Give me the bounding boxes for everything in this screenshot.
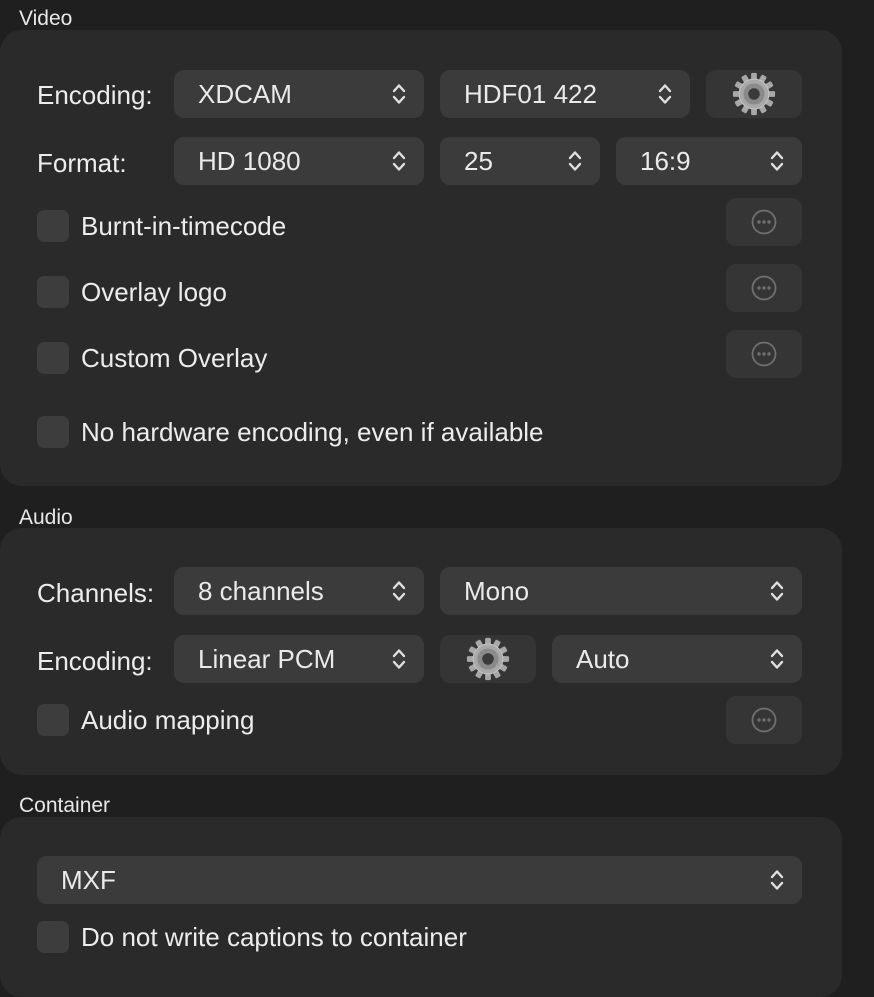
audio-mapping-options-button[interactable] [726,696,802,744]
audio-encoding-label: Encoding: [37,646,153,676]
audio-bitrate-value: Auto [576,644,630,674]
chevron-up-down-icon [770,579,784,603]
burnt-in-timecode-label: Burnt-in-timecode [81,211,287,241]
video-frame-rate-value: 25 [464,146,493,176]
gear-icon [731,71,777,117]
gear-icon [465,636,511,682]
chevron-up-down-icon [392,82,406,106]
video-encoding-label: Encoding: [37,80,153,110]
audio-panel: Channels: 8 channels Mono Encoding: Line… [0,528,842,775]
container-panel: MXF Do not write captions to container [0,817,842,997]
overlay-logo-checkbox[interactable] [37,276,69,308]
chevron-up-down-icon [770,868,784,892]
audio-section-title: Audio [19,506,73,529]
video-aspect-ratio-select[interactable]: 16:9 [616,137,802,185]
audio-channels-label: Channels: [37,578,155,608]
audio-encoding-settings-button[interactable] [440,635,536,683]
ellipsis-circle-icon [750,340,778,368]
ellipsis-circle-icon [750,274,778,302]
audio-mapping-label: Audio mapping [81,705,255,735]
audio-channel-mode-select[interactable]: Mono [440,567,802,615]
video-panel: Encoding: XDCAM HDF01 422 Format: HD 108… [0,30,842,486]
video-aspect-ratio-value: 16:9 [640,146,691,176]
chevron-up-down-icon [770,647,784,671]
video-encoding-profile-value: HDF01 422 [464,79,597,109]
chevron-up-down-icon [770,149,784,173]
overlay-logo-label: Overlay logo [81,277,227,307]
video-frame-rate-select[interactable]: 25 [440,137,600,185]
custom-overlay-label: Custom Overlay [81,343,268,373]
video-format-select[interactable]: HD 1080 [174,137,424,185]
burnt-in-timecode-checkbox[interactable] [37,210,69,242]
container-format-value: MXF [61,865,116,895]
burnt-in-timecode-options-button[interactable] [726,198,802,246]
video-encoding-profile-select[interactable]: HDF01 422 [440,70,690,118]
chevron-up-down-icon [392,647,406,671]
video-format-value: HD 1080 [198,146,301,176]
video-encoding-select[interactable]: XDCAM [174,70,424,118]
custom-overlay-checkbox[interactable] [37,342,69,374]
overlay-logo-options-button[interactable] [726,264,802,312]
video-encoding-value: XDCAM [198,79,292,109]
chevron-up-down-icon [392,579,406,603]
audio-channels-value: 8 channels [198,576,324,606]
video-format-label: Format: [37,148,127,178]
chevron-up-down-icon [392,149,406,173]
video-encoding-settings-button[interactable] [706,70,802,118]
audio-encoding-select[interactable]: Linear PCM [174,635,424,683]
no-captions-label: Do not write captions to container [81,922,467,952]
chevron-up-down-icon [658,82,672,106]
no-captions-checkbox[interactable] [37,921,69,953]
container-section-title: Container [19,794,111,817]
audio-mapping-checkbox[interactable] [37,704,69,736]
container-format-select[interactable]: MXF [37,856,802,904]
audio-channels-select[interactable]: 8 channels [174,567,424,615]
no-hardware-encoding-checkbox[interactable] [37,416,69,448]
custom-overlay-options-button[interactable] [726,330,802,378]
ellipsis-circle-icon [750,706,778,734]
video-section-title: Video [19,7,73,30]
ellipsis-circle-icon [750,208,778,236]
audio-channel-mode-value: Mono [464,576,530,606]
chevron-up-down-icon [568,149,582,173]
no-hardware-encoding-label: No hardware encoding, even if available [81,417,544,447]
audio-bitrate-select[interactable]: Auto [552,635,802,683]
audio-encoding-value: Linear PCM [198,644,336,674]
